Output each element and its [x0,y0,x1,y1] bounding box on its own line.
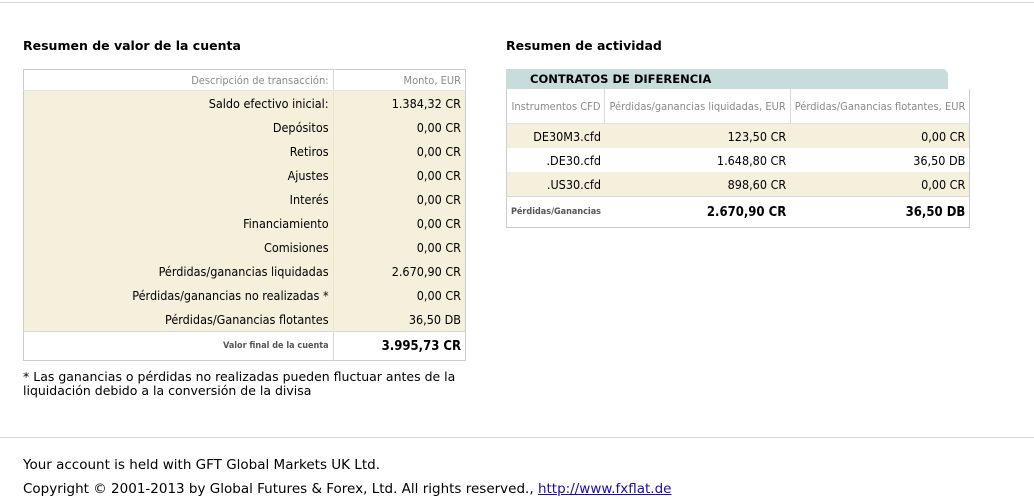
cfd-section-tab: CONTRATOS DE DIFERENCIA [506,69,948,89]
account-summary-table: Descripción de transacción: Monto, EUR S… [23,69,466,361]
account-held-text: Your account is held with GFT Global Mar… [23,457,380,473]
instrument-cell: .DE30.cfd [506,148,605,172]
table-row: Financiamiento 0,00 CR [23,211,466,235]
fxflat-link[interactable]: http://www.fxflat.de [538,481,672,497]
table-row: Pérdidas/ganancias liquidadas 2.670,90 C… [23,259,466,283]
table-row: Interés 0,00 CR [23,187,466,211]
table-row: Pérdidas/ganancias no realizadas * 0,00 … [23,283,466,307]
description-header: Descripción de transacción: [23,69,334,91]
unrealized-footnote: * Las ganancias o pérdidas no realizadas… [23,369,456,398]
table-row: Pérdidas/Ganancias flotantes 36,50 DB [23,307,466,332]
row-value: 1.384,32 CR [332,90,466,115]
row-label: Saldo efectivo inicial: [23,90,334,115]
table-row: Retiros 0,00 CR [23,139,466,163]
table-row: .DE30.cfd 1.648,80 CR 36,50 DB [506,148,970,172]
table-row: DE30M3.cfd 123,50 CR 0,00 CR [506,123,970,148]
instrument-cell: .US30.cfd [506,172,605,197]
table-row: Ajustes 0,00 CR [23,163,466,187]
realized-cell: 898,60 CR [604,172,791,197]
total-row: Pérdidas/Ganancias 2.670,90 CR 36,50 DB [506,196,970,228]
row-label: Depósitos [23,115,334,139]
total-row: Valor final de la cuenta 3.995,73 CR [23,331,466,361]
activity-summary-title: Resumen de actividad [506,38,662,53]
row-label: Pérdidas/Ganancias flotantes [23,307,334,332]
row-value: 0,00 CR [332,115,466,139]
table-row: Comisiones 0,00 CR [23,235,466,259]
row-value: 0,00 CR [332,211,466,235]
row-value: 0,00 CR [332,235,466,259]
floating-cell: 0,00 CR [790,123,970,148]
table-header-row: Instrumentos CFD Pérdidas/ganancias liqu… [506,89,970,124]
row-label: Financiamiento [23,211,334,235]
total-label: Pérdidas/Ganancias [506,196,605,228]
row-value: 0,00 CR [332,283,466,307]
row-label: Comisiones [23,235,334,259]
top-divider [0,2,1034,3]
row-label: Ajustes [23,163,334,187]
table-row: Depósitos 0,00 CR [23,115,466,139]
row-value: 0,00 CR [332,163,466,187]
floating-cell: 36,50 DB [790,148,970,172]
total-floating: 36,50 DB [790,196,970,228]
footer-divider [0,437,1034,438]
row-value: 0,00 CR [332,187,466,211]
realized-header: Pérdidas/ganancias liquidadas, EUR [604,89,791,124]
account-summary-title: Resumen de valor de la cuenta [23,38,241,53]
cfd-table: Instrumentos CFD Pérdidas/ganancias liqu… [506,89,971,228]
row-label: Pérdidas/ganancias liquidadas [23,259,334,283]
total-label: Valor final de la cuenta [23,331,334,361]
statement-page: Resumen de valor de la cuenta Resumen de… [0,0,1034,504]
row-label: Pérdidas/ganancias no realizadas * [23,283,334,307]
floating-cell: 0,00 CR [790,172,970,197]
row-value: 36,50 DB [332,307,466,332]
table-row: Saldo efectivo inicial: 1.384,32 CR [23,90,466,115]
copyright-line: Copyright © 2001-2013 by Global Futures … [23,481,671,497]
total-value: 3.995,73 CR [332,331,466,361]
realized-cell: 123,50 CR [604,123,791,148]
instrument-cell: DE30M3.cfd [506,123,605,148]
floating-header: Pérdidas/Ganancias flotantes, EUR [789,89,970,124]
row-value: 2.670,90 CR [332,259,466,283]
total-realized: 2.670,90 CR [604,196,791,228]
amount-header: Monto, EUR [332,69,466,91]
realized-cell: 1.648,80 CR [604,148,791,172]
cfd-activity-panel: CONTRATOS DE DIFERENCIA Instrumentos CFD… [506,69,971,228]
row-label: Interés [23,187,334,211]
table-header-row: Descripción de transacción: Monto, EUR [23,69,466,91]
table-row: .US30.cfd 898,60 CR 0,00 CR [506,172,970,197]
instrument-header: Instrumentos CFD [506,89,605,124]
copyright-text: Copyright © 2001-2013 by Global Futures … [23,481,534,497]
row-label: Retiros [23,139,334,163]
row-value: 0,00 CR [332,139,466,163]
